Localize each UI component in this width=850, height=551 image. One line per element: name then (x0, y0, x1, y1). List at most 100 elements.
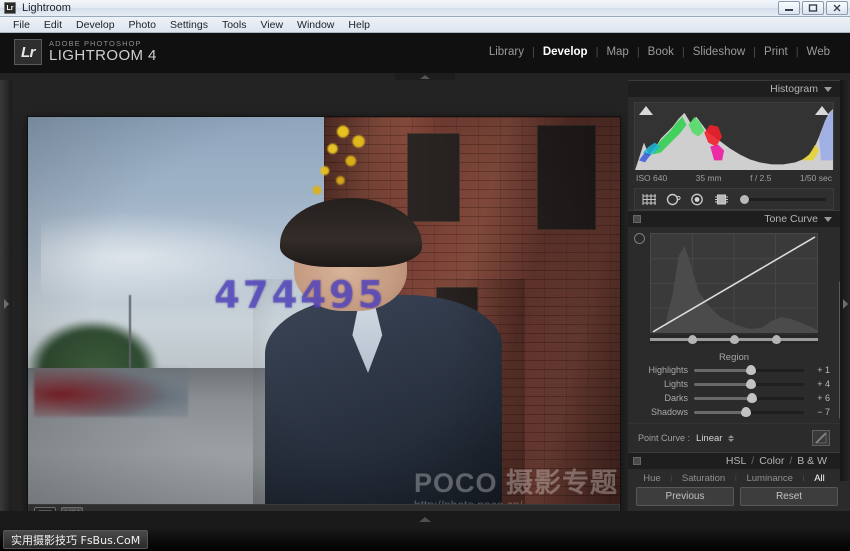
spot-removal-icon[interactable] (666, 192, 681, 206)
menu-file[interactable]: File (6, 18, 37, 32)
lightroom-surface: Lr ADOBE PHOTOSHOP LIGHTROOM 4 Library |… (0, 33, 850, 528)
chevron-down-icon[interactable] (824, 216, 832, 222)
exif-focal-length: 35 mm (695, 173, 722, 183)
slider-value: + 1 (817, 365, 830, 375)
histogram-panel-header[interactable]: Histogram (628, 80, 840, 97)
exif-shutter-speed: 1/50 sec (799, 173, 832, 183)
exif-iso: ISO 640 (636, 173, 668, 183)
slider-track[interactable] (694, 365, 804, 375)
right-panel-scroll-content: Histogram ISO 640 35 mm f / 2.5 1/50 sec… (628, 80, 840, 528)
graduated-filter-icon[interactable] (714, 192, 729, 206)
menu-photo[interactable]: Photo (122, 18, 163, 32)
slider-knob (747, 393, 758, 403)
previous-button[interactable]: Previous (636, 486, 734, 506)
menu-bar: File Edit Develop Photo Settings Tools V… (0, 17, 850, 33)
adjustment-brush-icon (740, 194, 749, 204)
highlight-clipping-indicator-icon[interactable] (815, 106, 829, 115)
shadow-split-handle[interactable] (688, 335, 697, 344)
slider-knob (740, 407, 751, 417)
filmstrip-collapse-toggle[interactable] (0, 511, 850, 528)
point-curve-value[interactable]: Linear (696, 433, 722, 444)
chevron-left-icon (842, 299, 848, 309)
identity-product: LIGHTROOM 4 (49, 47, 157, 65)
module-web[interactable]: Web (799, 46, 838, 58)
menu-window[interactable]: Window (290, 18, 341, 32)
module-picker: Library | Develop | Map | Book | Slidesh… (481, 46, 838, 58)
slider-shadows[interactable]: Shadows − 7 (628, 405, 840, 419)
slider-knob (746, 379, 757, 389)
slider-track[interactable] (694, 393, 804, 403)
identity-plate[interactable]: Lr ADOBE PHOTOSHOP LIGHTROOM 4 (14, 39, 157, 65)
maximize-button[interactable] (802, 1, 824, 15)
slider-track[interactable] (694, 407, 804, 417)
hsl-title-color[interactable]: Color (759, 455, 784, 467)
slider-highlights[interactable]: Highlights + 1 (628, 363, 840, 377)
histogram-graph[interactable] (634, 102, 834, 171)
hsl-panel-switch[interactable] (633, 457, 641, 465)
curve-edit-icon[interactable] (812, 430, 830, 446)
slider-lights[interactable]: Lights + 4 (628, 377, 840, 391)
highlight-split-handle[interactable] (772, 335, 781, 344)
slider-label: Lights (663, 379, 688, 389)
right-panel: Histogram ISO 640 35 mm f / 2.5 1/50 sec… (628, 80, 850, 528)
reset-button[interactable]: Reset (740, 486, 838, 506)
hsl-title-hsl[interactable]: HSL (726, 455, 746, 467)
module-library[interactable]: Library (481, 46, 532, 58)
image-stage: 474495 POCO 摄影专题 http://photo.poco.cn/ Y… (12, 80, 628, 528)
photo-frame[interactable]: 474495 POCO 摄影专题 http://photo.poco.cn/ (28, 117, 620, 522)
window-title: Lightroom (22, 2, 71, 14)
tone-curve-panel-switch[interactable] (633, 215, 641, 223)
tone-curve-panel-header[interactable]: Tone Curve (628, 210, 840, 227)
shadow-clipping-indicator-icon[interactable] (639, 106, 653, 115)
slider-label: Darks (664, 393, 688, 403)
chevron-up-icon (419, 517, 431, 522)
tone-curve-range-splitters[interactable] (650, 335, 818, 344)
module-print[interactable]: Print (756, 46, 796, 58)
tone-curve-graph[interactable] (650, 233, 818, 333)
menu-tools[interactable]: Tools (215, 18, 254, 32)
right-panel-collapse-toggle[interactable] (840, 80, 850, 528)
menu-edit[interactable]: Edit (37, 18, 69, 32)
close-button[interactable] (826, 1, 848, 15)
window-controls (778, 1, 848, 15)
adjustment-brush-slider[interactable] (740, 194, 826, 204)
os-taskbar: 实用摄影技巧 FsBus.CoM (0, 528, 850, 551)
point-curve-label: Point Curve : (638, 433, 691, 443)
develop-tool-strip (634, 188, 834, 210)
menu-view[interactable]: View (253, 18, 290, 32)
point-curve-stepper-icon[interactable] (728, 434, 735, 442)
identity-plate-bar: Lr ADOBE PHOTOSHOP LIGHTROOM 4 Library |… (0, 33, 850, 73)
slider-track[interactable] (694, 379, 804, 389)
targeted-adjustment-icon[interactable] (634, 233, 645, 244)
menu-settings[interactable]: Settings (163, 18, 215, 32)
minimize-button[interactable] (778, 1, 800, 15)
hsl-title-sep: / (789, 455, 793, 467)
module-develop[interactable]: Develop (535, 46, 596, 58)
right-panel-footer: Previous Reset (628, 481, 850, 511)
slider-knob (746, 365, 757, 375)
chevron-down-icon[interactable] (824, 86, 832, 92)
app-icon: Lr (4, 2, 16, 14)
midtone-split-handle[interactable] (730, 335, 739, 344)
point-curve-row: Point Curve : Linear (628, 423, 840, 452)
crop-overlay-icon[interactable] (642, 192, 657, 206)
taskbar-item[interactable]: 实用摄影技巧 FsBus.CoM (3, 530, 149, 549)
content-area: 474495 POCO 摄影专题 http://photo.poco.cn/ Y… (0, 80, 850, 528)
left-panel-collapse-toggle[interactable] (0, 80, 12, 528)
red-eye-icon[interactable] (690, 192, 705, 206)
top-panel-collapse-toggle[interactable] (395, 73, 455, 80)
module-slideshow[interactable]: Slideshow (685, 46, 753, 58)
hsl-title-bw[interactable]: B & W (797, 455, 827, 467)
photo-watermark-number: 474495 (214, 273, 387, 317)
menu-help[interactable]: Help (341, 18, 377, 32)
module-map[interactable]: Map (598, 46, 636, 58)
slider-value: + 4 (817, 379, 830, 389)
os-title-bar: Lr Lightroom (0, 0, 850, 17)
slider-darks[interactable]: Darks + 6 (628, 391, 840, 405)
module-book[interactable]: Book (640, 46, 682, 58)
chevron-up-icon (420, 74, 430, 79)
menu-develop[interactable]: Develop (69, 18, 122, 32)
hsl-panel-header[interactable]: HSL / Color / B & W (628, 452, 840, 469)
tone-curve-title: Tone Curve (764, 213, 818, 225)
lightroom-window: Lr Lightroom File Edit Develop Photo Set… (0, 0, 850, 551)
